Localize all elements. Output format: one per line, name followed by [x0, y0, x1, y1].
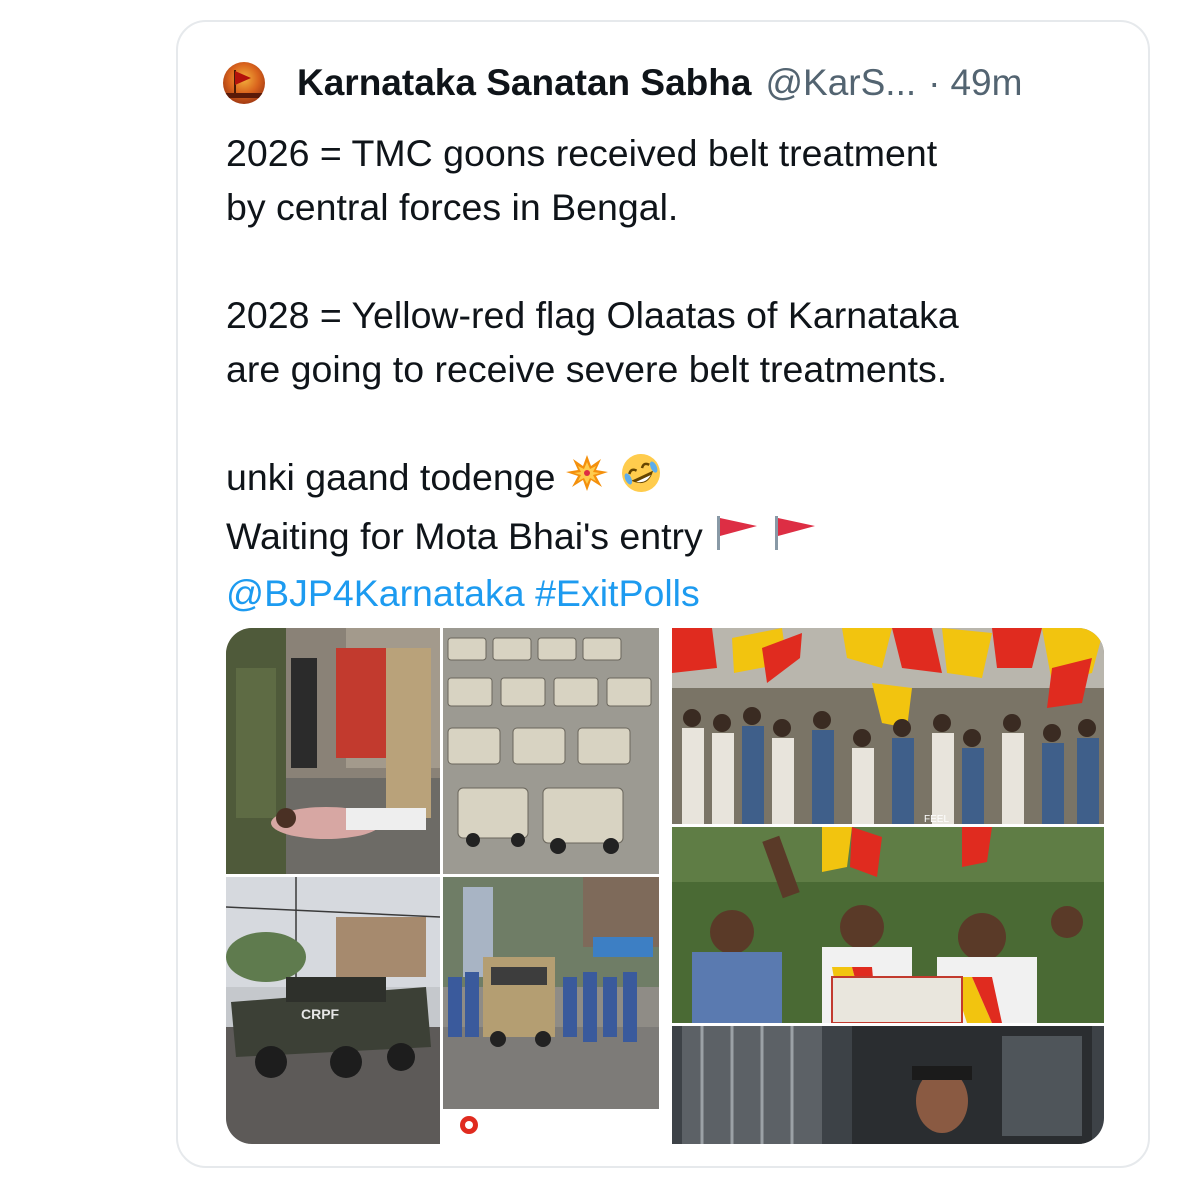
tweet-header: Karnataka Sanatan Sabha @KarS... · 49m: [223, 60, 1022, 106]
media-image-protest[interactable]: [672, 827, 1104, 1023]
separator-dot: ·: [928, 62, 941, 103]
red-flag-emoji-icon: [771, 512, 819, 566]
timestamp[interactable]: 49m: [950, 62, 1022, 104]
tweet-line-text: unki gaand todenge: [226, 456, 556, 498]
tweet-line: @BJP4Karnataka #ExitPolls: [226, 566, 1126, 620]
banner-text: FEEL: [924, 814, 949, 824]
tweet-line: by central forces in Bengal.: [226, 186, 679, 228]
hashtag-link[interactable]: #ExitPolls: [535, 572, 700, 614]
vehicle-label: CRPF: [301, 1006, 340, 1022]
tweet-line: are going to receive severe belt treatme…: [226, 348, 948, 390]
tweet-line: unki gaand todenge: [226, 450, 1126, 509]
media-collage[interactable]: FEEL CRPF: [226, 628, 1104, 1144]
tweet-text: 2026 = TMC goons received belt treatment…: [226, 126, 1126, 620]
avatar[interactable]: [223, 62, 265, 104]
media-image-crpf-vehicle[interactable]: CRPF: [226, 877, 440, 1144]
author-handle[interactable]: @KarS...: [765, 62, 916, 104]
red-flag-emoji-icon: [713, 512, 761, 566]
tweet-line-text: Waiting for Mota Bhai's entry: [226, 515, 703, 558]
rofl-emoji-icon: [619, 451, 663, 509]
media-image-flag-crowd[interactable]: FEEL: [672, 628, 1104, 824]
quoted-tweet-card[interactable]: Karnataka Sanatan Sabha @KarS... · 49m 2…: [176, 20, 1150, 1168]
tweet-line: 2026 = TMC goons received belt treatment: [226, 132, 938, 174]
mention-link[interactable]: @BJP4Karnataka: [226, 572, 525, 614]
tweet-line: Waiting for Mota Bhai's entry: [226, 509, 1126, 566]
flag-icon: [235, 71, 251, 85]
tweet-line: 2028 = Yellow-red flag Olaatas of Karnat…: [226, 294, 959, 336]
media-image-armored-vehicles[interactable]: [443, 628, 659, 874]
media-image-police-drag[interactable]: [226, 628, 440, 874]
author-name[interactable]: Karnataka Sanatan Sabha: [297, 62, 751, 104]
media-image-police-van[interactable]: [672, 1026, 1104, 1144]
collision-emoji-icon: [565, 453, 609, 507]
media-image-street-patrol[interactable]: [443, 877, 659, 1144]
